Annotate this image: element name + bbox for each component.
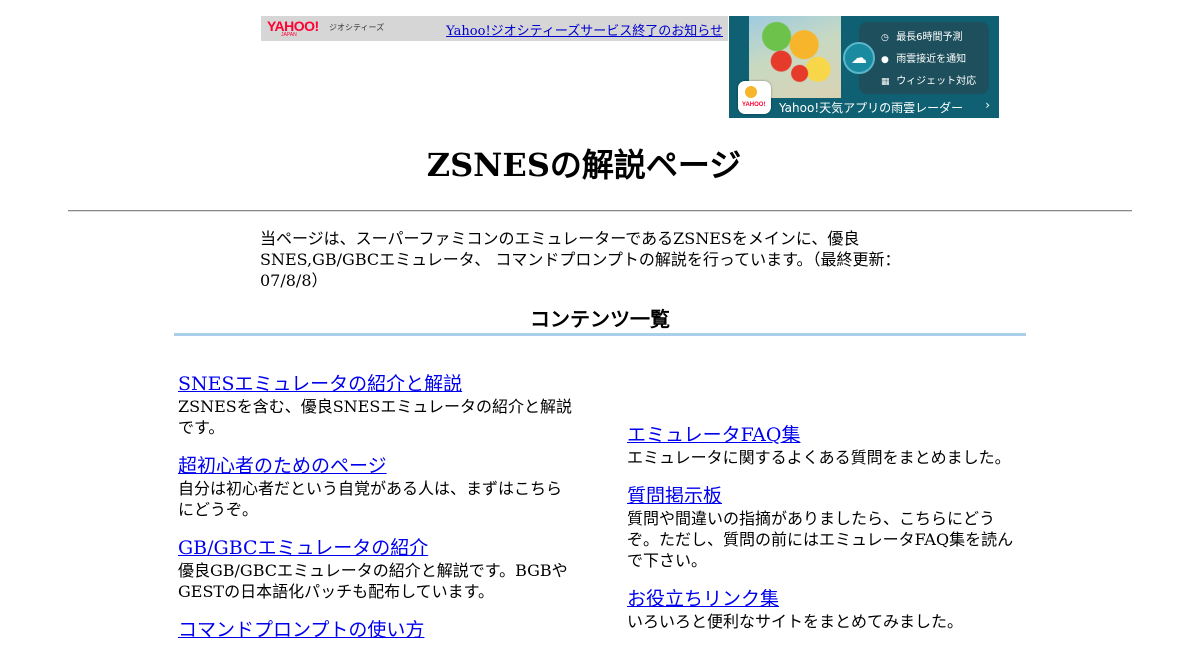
link-question-board[interactable]: 質問掲示板 xyxy=(627,485,1022,508)
page-title: ZSNESの解説ページ xyxy=(426,146,742,184)
link-description: ZSNESを含む、優良SNESエミュレータの紹介と解説です。 xyxy=(178,397,573,437)
contents-right-column: エミュレータFAQ集 エミュレータに関するよくある質問をまとめました。 質問掲示… xyxy=(627,424,1022,649)
link-description: 質問や間違いの指摘がありましたら、こちらにどうぞ。ただし、質問の前にはエミュレー… xyxy=(627,509,1014,570)
list-item: コマンドプロンプトの使い方 xyxy=(178,619,573,642)
link-snes-emulators[interactable]: SNESエミュレータの紹介と解説 xyxy=(178,373,573,396)
chevron-right-icon: › xyxy=(985,98,990,112)
geocities-shutdown-notice-link[interactable]: Yahoo!ジオシティーズサービス終了のお知らせ xyxy=(446,20,723,39)
yahoo-japan-sublabel: JAPAN xyxy=(281,32,297,38)
link-description: いろいろと便利なサイトをまとめてみました。 xyxy=(627,612,964,631)
link-useful-links[interactable]: お役立ちリンク集 xyxy=(627,588,1022,611)
link-emulator-faq[interactable]: エミュレータFAQ集 xyxy=(627,424,1022,447)
widget-icon: ▦ xyxy=(881,77,890,87)
link-description: 優良GB/GBCエミュレータの紹介と解説です。BGBやGESTの日本語化パッチも… xyxy=(178,561,568,601)
list-item: 超初心者のためのページ 自分は初心者だという自覚がある人は、まずはこちらにどうぞ… xyxy=(178,455,573,520)
list-item: エミュレータFAQ集 エミュレータに関するよくある質問をまとめました。 xyxy=(627,424,1022,468)
sun-icon xyxy=(745,86,757,98)
contents-left-column: SNESエミュレータの紹介と解説 ZSNESを含む、優良SNESエミュレータの紹… xyxy=(178,373,573,659)
clock-icon: ◷ xyxy=(881,33,889,43)
ad-feature-widget: ▦ ウィジェット対応 xyxy=(881,76,977,87)
list-item: SNESエミュレータの紹介と解説 ZSNESを含む、優良SNESエミュレータの紹… xyxy=(178,373,573,438)
yahoo-weather-app-icon: YAHOO! xyxy=(738,81,771,114)
ad-feature-forecast: ◷ 最長6時間予測 xyxy=(881,32,963,43)
link-gb-gbc-emulators[interactable]: GB/GBCエミュレータの紹介 xyxy=(178,537,573,560)
contents-divider xyxy=(174,333,1026,336)
yahoo-geocities-logo[interactable]: YAHOO! xyxy=(267,19,319,33)
link-command-prompt[interactable]: コマンドプロンプトの使い方 xyxy=(178,619,573,642)
geocities-top-bar: YAHOO! JAPAN ジオシティーズ Yahoo!ジオシティーズサービス終了… xyxy=(261,16,728,41)
ad-cta-text[interactable]: Yahoo!天気アプリの雨雲レーダー xyxy=(779,99,963,116)
ad-feature-notify: ● 雨雲接近を通知 xyxy=(881,54,967,65)
link-description: エミュレータに関するよくある質問をまとめました。 xyxy=(627,448,1011,467)
rain-cloud-icon: ☁ xyxy=(843,42,875,74)
title-divider xyxy=(68,210,1132,212)
geocities-service-label: ジオシティーズ xyxy=(329,23,385,32)
yahoo-weather-ad-banner[interactable]: ☁ ◷ 最長6時間予測 ● 雨雲接近を通知 ▦ ウィジェット対応 YAHOO! … xyxy=(729,16,999,118)
intro-text: 当ページは、スーパーファミコンのエミュレーターであるZSNESをメインに、優良S… xyxy=(260,229,901,290)
contents-heading: コンテンツ一覧 xyxy=(530,307,670,331)
link-description: 自分は初心者だという自覚がある人は、まずはこちらにどうぞ。 xyxy=(178,479,563,519)
link-beginners-page[interactable]: 超初心者のためのページ xyxy=(178,455,573,478)
pin-icon: ● xyxy=(881,55,889,65)
list-item: お役立ちリンク集 いろいろと便利なサイトをまとめてみました。 xyxy=(627,588,1022,632)
list-item: 質問掲示板 質問や間違いの指摘がありましたら、こちらにどうぞ。ただし、質問の前に… xyxy=(627,485,1022,571)
list-item: GB/GBCエミュレータの紹介 優良GB/GBCエミュレータの紹介と解説です。B… xyxy=(178,537,573,602)
